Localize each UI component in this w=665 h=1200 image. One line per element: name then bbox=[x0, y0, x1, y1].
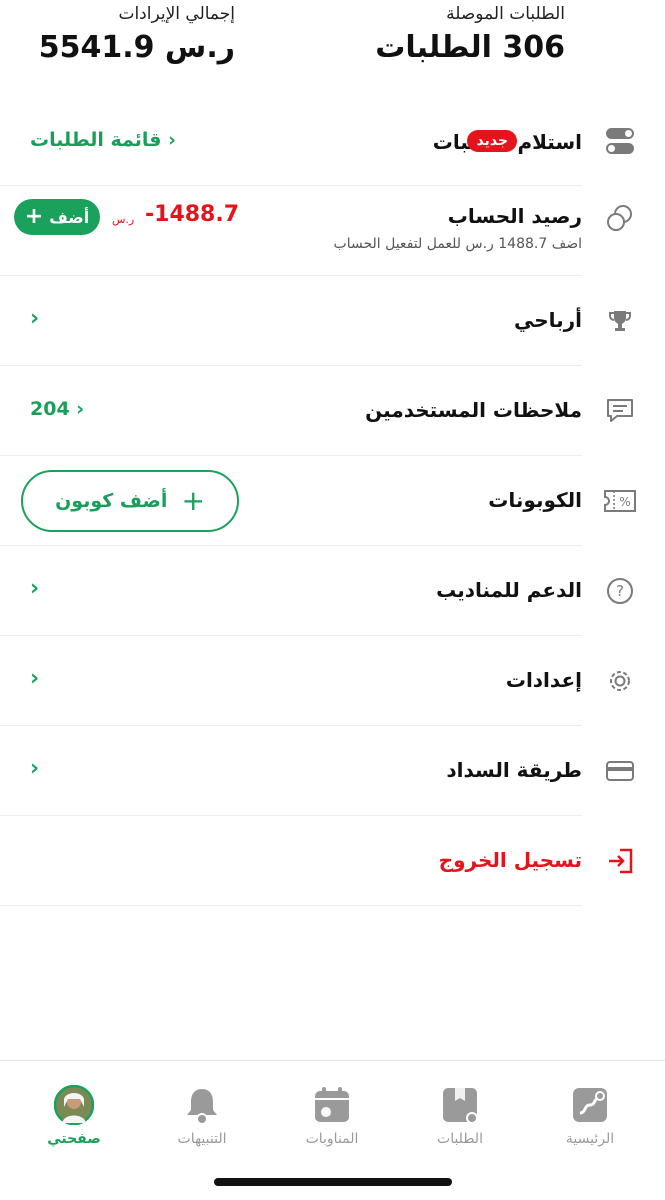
coins-icon bbox=[603, 201, 637, 235]
chevron-left-icon: ‹ bbox=[168, 129, 176, 151]
feedback-count-link[interactable]: ‹ 204 bbox=[30, 398, 84, 420]
svg-text:%: % bbox=[619, 495, 630, 509]
row-user-feedback[interactable]: ملاحظات المستخدمين ‹ 204 bbox=[0, 366, 633, 456]
delivered-orders-value: 306 الطلبات bbox=[375, 30, 565, 65]
balance-amount: -1488.7 bbox=[145, 202, 240, 227]
support-title: الدعم للمناديب bbox=[436, 578, 582, 602]
chevron-left-icon: ‹ bbox=[30, 306, 40, 331]
nav-home-label: الرئيسية bbox=[565, 1131, 615, 1147]
row-logout[interactable]: تسجيل الخروج bbox=[0, 816, 633, 906]
nav-shifts[interactable]: المناوبات bbox=[277, 1085, 387, 1147]
activation-note: اضف 1488.7 ر.س للعمل لتفعيل الحساب bbox=[333, 236, 582, 252]
user-feedback-title: ملاحظات المستخدمين bbox=[365, 398, 582, 422]
delivered-orders-label: الطلبات الموصلة bbox=[446, 4, 565, 24]
orders-list-link[interactable]: ‹ قائمة الطلبات bbox=[30, 129, 176, 151]
nav-alerts[interactable]: التنبيهات bbox=[147, 1085, 257, 1147]
avatar bbox=[53, 1084, 95, 1126]
add-balance-label: أضف bbox=[49, 207, 90, 227]
chevron-left-icon: ‹ bbox=[30, 756, 40, 781]
plus-icon: + bbox=[24, 204, 44, 229]
home-indicator bbox=[214, 1178, 452, 1186]
nav-profile[interactable]: صفحتي bbox=[19, 1084, 129, 1147]
nav-alerts-label: التنبيهات bbox=[177, 1131, 227, 1147]
total-revenue-value: 5541.9 ر.س bbox=[38, 30, 235, 65]
new-badge: جديد bbox=[467, 130, 517, 152]
nav-shifts-label: المناوبات bbox=[305, 1131, 359, 1147]
gear-icon bbox=[603, 664, 637, 698]
account-balance-title: رصيد الحساب bbox=[447, 204, 582, 228]
nav-profile-label: صفحتي bbox=[47, 1131, 101, 1147]
calendar-icon bbox=[312, 1085, 352, 1125]
add-coupon-button[interactable]: + أضف كوبون bbox=[21, 470, 239, 532]
box-icon bbox=[440, 1085, 480, 1125]
total-revenue-stat: إجمالي الإيرادات 5541.9 ر.س bbox=[39, 4, 235, 65]
chat-bubble-icon bbox=[603, 394, 637, 428]
row-payment-method[interactable]: طريقة السداد ‹ bbox=[0, 726, 634, 816]
coupons-title: الكوبونات bbox=[488, 488, 582, 512]
chevron-left-icon: ‹ bbox=[76, 398, 85, 420]
delivered-orders-stat: الطلبات الموصلة 306 الطلبات bbox=[375, 4, 565, 65]
row-support[interactable]: ? الدعم للمناديب ‹ bbox=[0, 546, 633, 636]
home-route-icon bbox=[570, 1085, 610, 1125]
nav-home[interactable]: الرئيسية bbox=[535, 1085, 645, 1147]
chevron-left-icon: ‹ bbox=[30, 576, 40, 601]
help-circle-icon: ? bbox=[603, 574, 637, 608]
add-coupon-label: أضف كوبون bbox=[55, 490, 168, 512]
feedback-count: 204 bbox=[30, 398, 70, 420]
add-balance-button[interactable]: أضف + bbox=[14, 199, 100, 235]
svg-text:?: ? bbox=[616, 582, 624, 600]
trophy-icon bbox=[603, 304, 637, 338]
coupon-icon: % bbox=[603, 484, 637, 518]
row-profits[interactable]: أرباحي ‹ bbox=[0, 276, 631, 366]
profits-title: أرباحي bbox=[513, 308, 582, 332]
settings-title: إعدادات bbox=[505, 668, 582, 692]
logout-title: تسجيل الخروج bbox=[438, 848, 582, 872]
credit-card-icon bbox=[603, 754, 637, 788]
total-revenue-label: إجمالي الإيرادات bbox=[118, 4, 235, 24]
payment-method-title: طريقة السداد bbox=[446, 758, 582, 782]
nav-orders-label: الطلبات bbox=[437, 1131, 483, 1147]
orders-list-label: قائمة الطلبات bbox=[30, 129, 162, 151]
bell-icon bbox=[182, 1085, 222, 1125]
balance-currency: ر.س bbox=[112, 213, 135, 226]
nav-orders[interactable]: الطلبات bbox=[405, 1085, 515, 1147]
chevron-left-icon: ‹ bbox=[30, 666, 40, 691]
stats-header: الطلبات الموصلة 306 الطلبات إجمالي الإير… bbox=[0, 0, 665, 80]
logout-icon bbox=[603, 844, 637, 878]
plus-icon: + bbox=[181, 484, 205, 517]
toggles-icon bbox=[603, 124, 637, 158]
row-settings[interactable]: إعدادات ‹ bbox=[0, 636, 630, 726]
